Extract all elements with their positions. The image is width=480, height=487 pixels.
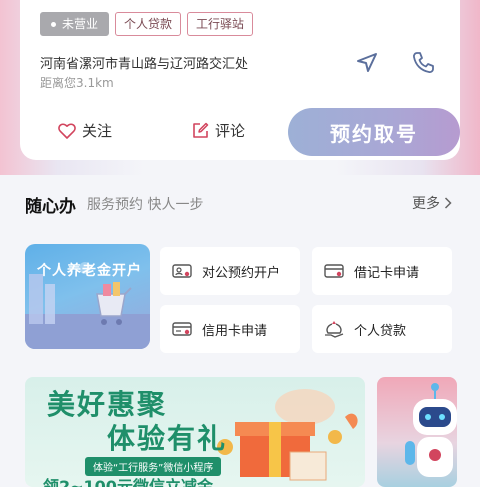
status-badge: 未营业 <box>40 12 110 36</box>
service-debit-card[interactable]: 借记卡申请 <box>312 247 452 295</box>
more-label: 更多 <box>412 196 440 212</box>
service-personal-loan[interactable]: 个人贷款 <box>312 305 452 353</box>
edit-icon <box>193 122 209 138</box>
status-label: 未营业 <box>62 17 99 31</box>
robot-mascot-icon <box>405 383 457 477</box>
service-label: 借记卡申请 <box>354 265 420 281</box>
chevron-right-icon <box>444 197 452 209</box>
debit-card-icon <box>324 264 344 278</box>
personal-pension-card[interactable]: 个人养老金开户 <box>25 244 150 349</box>
heart-icon <box>58 122 76 139</box>
branch-info-card: 未营业 个人贷款 工行驿站 河南省漯河市青山路与辽河路交汇处 距离您3.1km … <box>20 0 460 160</box>
follow-button[interactable]: 关注 <box>58 120 112 141</box>
service-credit-card[interactable]: 信用卡申请 <box>160 305 300 353</box>
follow-label: 关注 <box>82 122 113 140</box>
branch-distance: 距离您3.1km <box>40 76 114 90</box>
banner-promo-text: 领2~100元微信立减金 <box>43 477 213 487</box>
promo-banner[interactable]: 美好惠聚 体验有礼 体验“工行服务”微信小程序 领2~100元微信立减金 <box>25 377 365 487</box>
service-label: 对公预约开户 <box>202 265 281 281</box>
loan-icon <box>325 321 344 338</box>
reserve-ticket-button[interactable]: 预约取号 <box>288 108 460 156</box>
banner-title-line2: 体验有礼 <box>107 422 228 455</box>
side-promo-banner[interactable] <box>377 377 457 487</box>
status-dot-icon <box>51 21 56 27</box>
comment-label: 评论 <box>215 122 246 140</box>
navigate-icon[interactable] <box>354 50 380 76</box>
tag-personal-loan: 个人贷款 <box>115 12 182 36</box>
service-label: 信用卡申请 <box>202 323 268 339</box>
comment-button[interactable]: 评论 <box>192 120 245 141</box>
pension-card-label: 个人养老金开户 <box>37 263 142 279</box>
section-subtitle: 服务预约 快人一步 <box>87 197 204 213</box>
branch-address: 河南省漯河市青山路与辽河路交汇处 <box>40 57 249 72</box>
service-label: 个人贷款 <box>354 323 407 339</box>
corporate-account-icon <box>172 264 192 278</box>
credit-card-icon <box>172 322 192 336</box>
section-title: 随心办 <box>25 197 76 217</box>
tag-icbc-station: 工行驿站 <box>187 12 254 36</box>
branch-tags: 未营业 个人贷款 工行驿站 <box>40 12 254 36</box>
more-link[interactable]: 更多 <box>412 193 452 213</box>
service-corporate-account[interactable]: 对公预约开户 <box>160 247 300 295</box>
phone-icon[interactable] <box>410 50 436 76</box>
